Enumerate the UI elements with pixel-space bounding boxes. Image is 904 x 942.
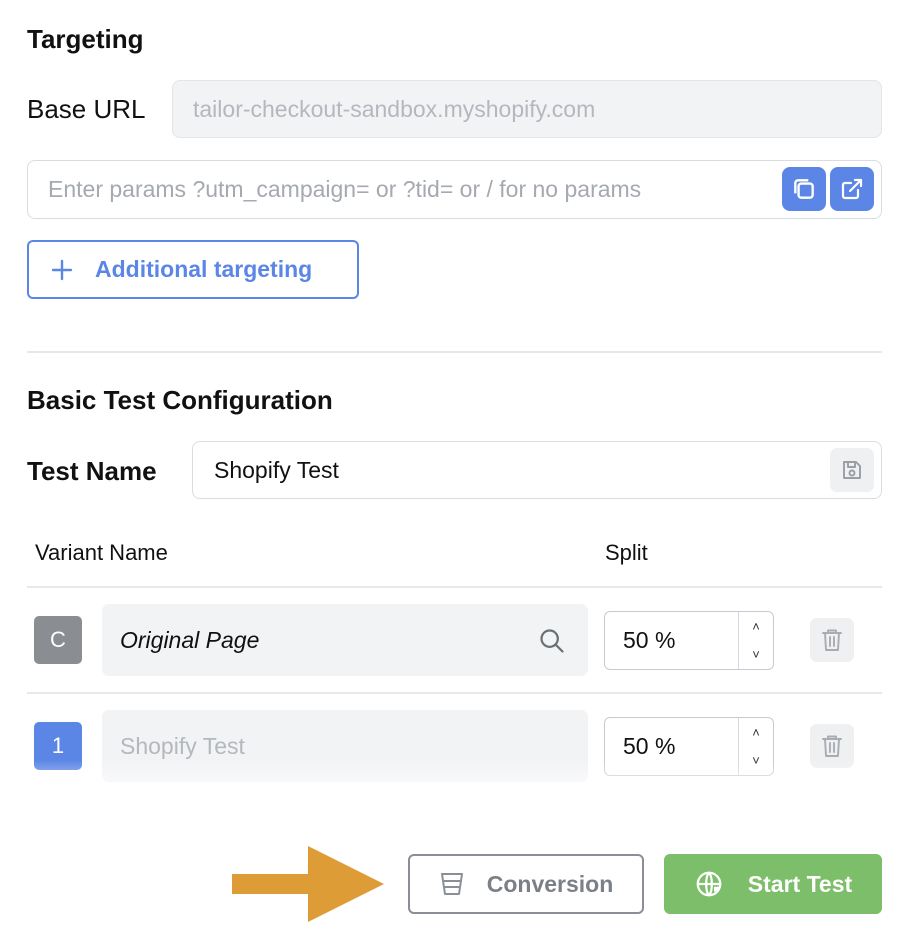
base-url-value: tailor-checkout-sandbox.myshopify.com: [193, 95, 596, 122]
conversion-label: Conversion: [486, 870, 614, 897]
split-header: Split: [605, 540, 648, 565]
globe-icon: [696, 871, 722, 897]
funnel-icon: [440, 873, 463, 895]
additional-targeting-label: Additional targeting: [95, 256, 313, 282]
trash-icon: [822, 629, 842, 651]
section-divider: [27, 351, 882, 353]
variant-name-header: Variant Name: [35, 540, 168, 565]
start-test-button[interactable]: Start Test: [664, 854, 882, 914]
delete-variant-button[interactable]: [810, 618, 854, 662]
additional-targeting-button[interactable]: Additional targeting: [27, 240, 359, 299]
external-link-icon: [841, 178, 863, 200]
variant-badge-control: C: [34, 616, 82, 664]
conversion-button[interactable]: Conversion: [408, 854, 644, 914]
split-stepper-control[interactable]: 50 % ˄ ˅: [604, 611, 774, 670]
base-url-label: Base URL: [27, 94, 146, 124]
search-icon[interactable]: [538, 627, 566, 655]
save-icon: [843, 461, 861, 479]
copy-icon: [794, 179, 814, 199]
plus-icon: [51, 259, 73, 280]
arrow-right-icon: [232, 846, 384, 922]
chevron-down-icon[interactable]: ˅: [752, 647, 760, 662]
test-name-input[interactable]: Shopify Test: [192, 441, 882, 499]
split-value: 50 %: [623, 627, 676, 653]
save-name-button[interactable]: [830, 448, 874, 492]
params-input[interactable]: Enter params ?utm_campaign= or ?tid= or …: [27, 160, 882, 219]
chevron-up-icon[interactable]: ˄: [752, 725, 760, 740]
base-url-field[interactable]: tailor-checkout-sandbox.myshopify.com: [172, 80, 882, 138]
params-placeholder: Enter params ?utm_campaign= or ?tid= or …: [48, 176, 642, 202]
test-name-label: Test Name: [27, 456, 157, 486]
trash-icon: [822, 735, 842, 757]
copy-url-button[interactable]: [782, 167, 826, 211]
chevron-up-icon[interactable]: ˄: [752, 619, 760, 634]
row-divider: [27, 692, 882, 694]
open-url-button[interactable]: [830, 167, 874, 211]
variant-name-value: Original Page: [120, 626, 260, 653]
scroll-fade: [0, 760, 904, 805]
table-header-divider: [27, 586, 882, 588]
variant-name-placeholder: Shopify Test: [120, 732, 245, 759]
config-title: Basic Test Configuration: [27, 385, 333, 415]
targeting-title: Targeting: [27, 24, 144, 54]
variant-name-field-original[interactable]: Original Page: [102, 604, 588, 676]
test-name-value: Shopify Test: [214, 456, 339, 483]
start-test-label: Start Test: [747, 870, 853, 897]
